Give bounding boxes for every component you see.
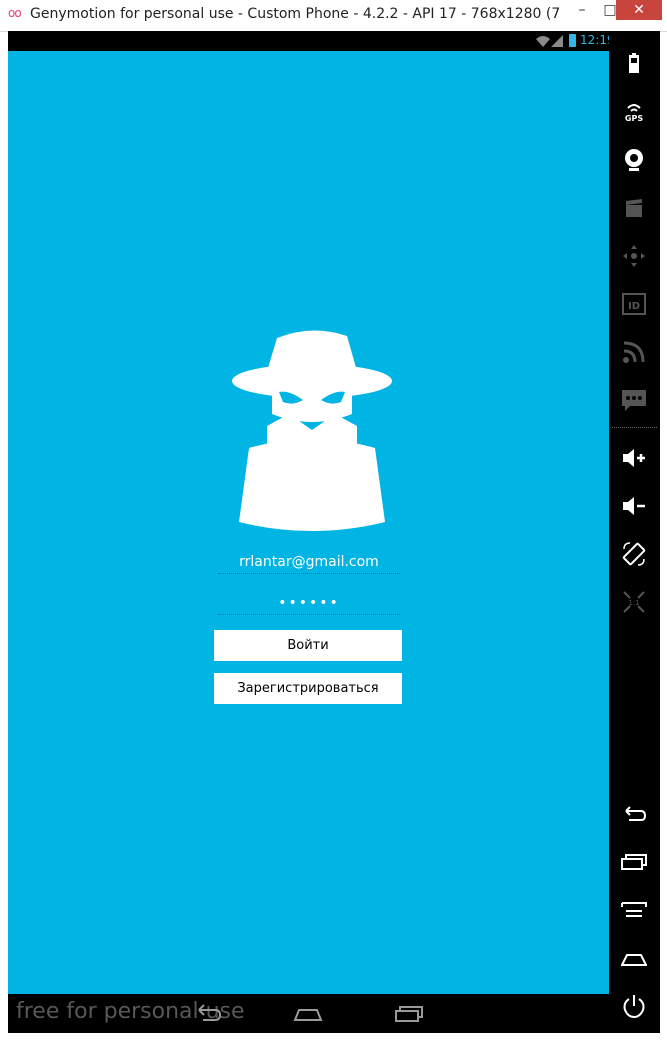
volume-up-icon[interactable] xyxy=(621,445,647,471)
battery-icon xyxy=(569,34,576,47)
android-navbar: free for personal use xyxy=(8,994,609,1033)
svg-text:1:1: 1:1 xyxy=(628,599,639,607)
network-icon[interactable] xyxy=(621,339,647,365)
sidebar-divider xyxy=(612,427,657,428)
genymotion-logo-icon: oo xyxy=(8,6,22,20)
pixel-perfect-icon[interactable]: 1:1 xyxy=(621,589,647,615)
volume-down-icon[interactable] xyxy=(621,493,647,519)
wifi-icon xyxy=(536,36,550,47)
battery-widget-icon[interactable] xyxy=(621,51,647,77)
gps-icon[interactable]: GPS xyxy=(621,99,647,125)
minimize-button[interactable]: – xyxy=(568,0,596,20)
rotate-icon[interactable] xyxy=(621,541,647,567)
window-title: Genymotion for personal use - Custom Pho… xyxy=(30,6,560,22)
window-titlebar: oo Genymotion for personal use - Custom … xyxy=(0,0,667,32)
power-icon[interactable] xyxy=(621,993,647,1019)
device-id-icon[interactable]: ID xyxy=(621,291,647,317)
password-field[interactable] xyxy=(218,592,400,615)
menu-icon[interactable] xyxy=(621,897,647,923)
capture-icon[interactable] xyxy=(621,195,647,221)
genymotion-sidebar: GPS ID 1:1 xyxy=(609,31,660,1033)
signal-icon xyxy=(551,35,563,47)
webcam-icon[interactable] xyxy=(621,147,647,173)
close-button[interactable]: ✕ xyxy=(616,0,662,20)
recent-apps-icon[interactable] xyxy=(621,849,647,875)
android-statusbar: 12:19 xyxy=(8,31,615,51)
login-button[interactable]: Войти xyxy=(214,630,402,661)
email-field[interactable] xyxy=(218,551,400,574)
register-button[interactable]: Зарегистрироваться xyxy=(214,673,402,704)
nav-recent-apps-icon[interactable] xyxy=(394,1002,424,1024)
back-icon[interactable] xyxy=(621,801,647,827)
nav-home-icon[interactable] xyxy=(293,1002,323,1024)
svg-text:GPS: GPS xyxy=(625,114,643,123)
svg-text:ID: ID xyxy=(628,301,640,312)
home-icon[interactable] xyxy=(621,945,647,971)
sms-icon[interactable] xyxy=(621,387,647,413)
app-screen: Войти Зарегистрироваться xyxy=(8,51,609,994)
remote-control-icon[interactable] xyxy=(621,243,647,269)
spy-logo-icon xyxy=(232,330,392,531)
nav-back-icon[interactable] xyxy=(193,1002,223,1024)
